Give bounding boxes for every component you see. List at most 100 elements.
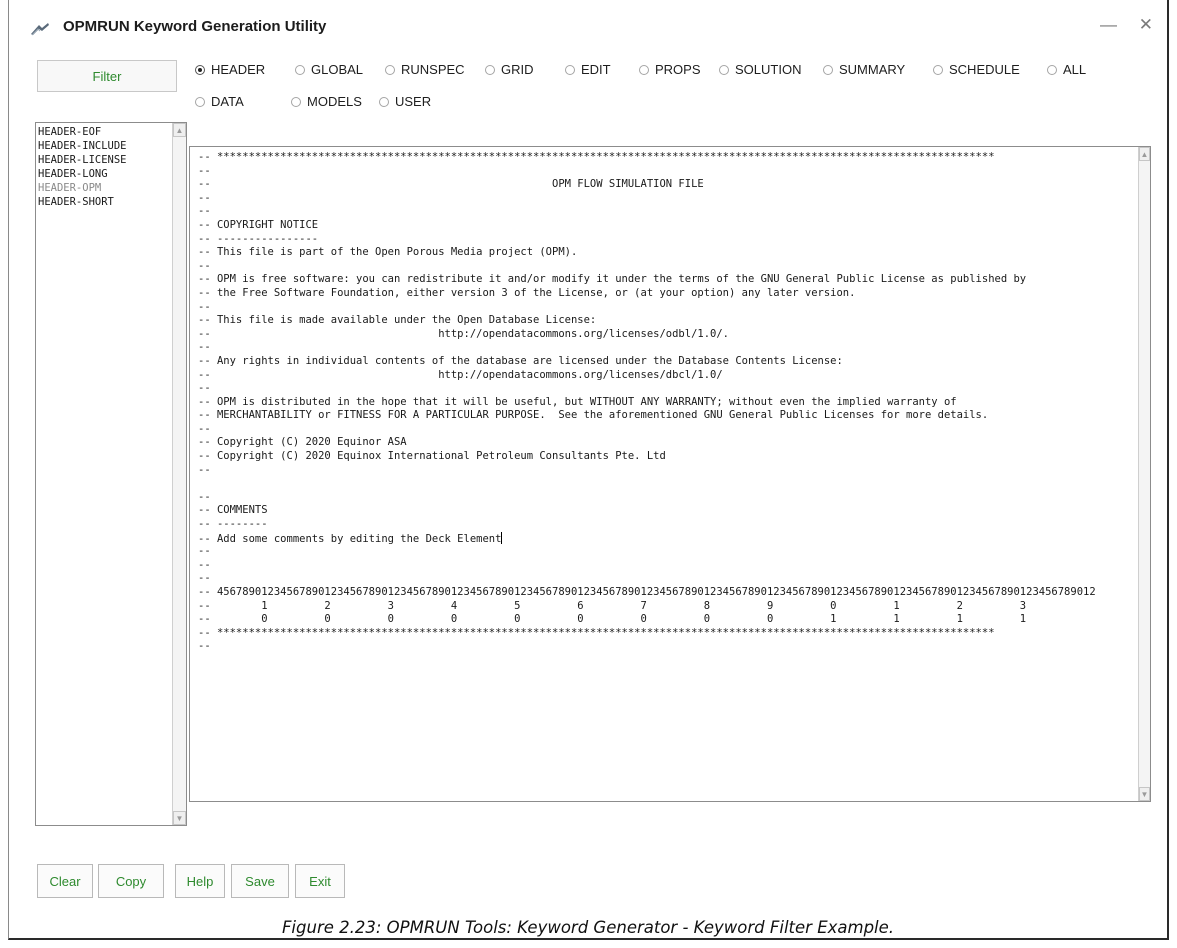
radio-checked-icon bbox=[195, 64, 205, 75]
editor-line: -- 1 2 3 4 5 6 7 8 9 0 1 2 3 bbox=[198, 600, 1134, 614]
minimize-button[interactable]: — bbox=[1100, 15, 1117, 35]
radio-solution[interactable]: SOLUTION bbox=[719, 62, 801, 77]
editor-line: -- ---------------- bbox=[198, 233, 1134, 247]
editor-line-text: -- bbox=[198, 463, 211, 476]
editor-line: -- bbox=[198, 192, 1134, 206]
text-caret bbox=[501, 531, 503, 544]
editor-line: -- http://opendatacommons.org/licenses/d… bbox=[198, 369, 1134, 383]
radio-all[interactable]: ALL bbox=[1047, 62, 1086, 77]
radio-unchecked-icon bbox=[379, 96, 389, 107]
radio-label: RUNSPEC bbox=[401, 62, 465, 77]
editor-line: -- bbox=[198, 572, 1134, 586]
editor-line-text: -- bbox=[198, 545, 211, 558]
editor-text-area[interactable]: -- *************************************… bbox=[198, 151, 1134, 799]
keyword-list-scrollbar[interactable]: ▲ ▼ bbox=[172, 123, 186, 825]
radio-header[interactable]: HEADER bbox=[195, 62, 265, 77]
radio-runspec[interactable]: RUNSPEC bbox=[385, 62, 465, 77]
radio-unchecked-icon bbox=[933, 64, 943, 75]
keyword-list-item[interactable]: HEADER-LICENSE bbox=[36, 153, 172, 167]
editor-line-text: -- bbox=[198, 558, 211, 571]
copy-button[interactable]: Copy bbox=[98, 864, 164, 898]
editor-scroll-down-icon[interactable]: ▼ bbox=[1139, 787, 1150, 801]
editor-line-text: -- Copyright (C) 2020 Equinox Internatio… bbox=[198, 450, 666, 463]
radio-label: SOLUTION bbox=[735, 62, 802, 77]
editor-line: -- bbox=[198, 559, 1134, 573]
radio-models[interactable]: MODELS bbox=[291, 94, 362, 109]
window-title: OPMRUN Keyword Generation Utility bbox=[63, 18, 327, 35]
radio-label: ALL bbox=[1063, 62, 1087, 77]
editor-line: -- bbox=[198, 423, 1134, 437]
editor-line-text: -- -------- bbox=[198, 518, 268, 531]
radio-unchecked-icon bbox=[823, 64, 833, 75]
keyword-list-item[interactable]: HEADER-INCLUDE bbox=[36, 139, 172, 153]
radio-unchecked-icon bbox=[291, 96, 301, 107]
filter-button[interactable]: Filter bbox=[37, 60, 177, 92]
save-button[interactable]: Save bbox=[231, 864, 289, 898]
editor-line: -- bbox=[198, 165, 1134, 179]
editor-line-text: -- bbox=[198, 382, 211, 395]
scroll-up-icon[interactable]: ▲ bbox=[173, 123, 186, 137]
exit-button[interactable]: Exit bbox=[295, 864, 345, 898]
editor-line-text: -- bbox=[198, 164, 211, 177]
keyword-list-item[interactable]: HEADER-LONG bbox=[36, 167, 172, 181]
radio-label: GLOBAL bbox=[311, 62, 364, 77]
scroll-down-icon[interactable]: ▼ bbox=[173, 811, 186, 825]
editor-line: -- OPM is distributed in the hope that i… bbox=[198, 396, 1134, 410]
radio-props[interactable]: PROPS bbox=[639, 62, 701, 77]
editor-line-text: -- bbox=[198, 572, 211, 585]
radio-grid[interactable]: GRID bbox=[485, 62, 534, 77]
editor-line: -- http://opendatacommons.org/licenses/o… bbox=[198, 328, 1134, 342]
editor-line-text: -- OPM is free software: you can redistr… bbox=[198, 273, 1027, 286]
close-button[interactable]: ✕ bbox=[1139, 15, 1153, 35]
editor-line-text: -- the Free Software Foundation, either … bbox=[198, 286, 856, 299]
app-window: OPMRUN Keyword Generation Utility — ✕ Fi… bbox=[8, 0, 1169, 940]
radio-unchecked-icon bbox=[639, 64, 649, 75]
keyword-list-item[interactable]: HEADER-SHORT bbox=[36, 195, 172, 209]
editor-line-text: -- bbox=[198, 191, 211, 204]
editor-line: -- Add some comments by editing the Deck… bbox=[198, 531, 1134, 546]
editor-line-text: -- Copyright (C) 2020 Equinor ASA bbox=[198, 436, 407, 449]
radio-schedule[interactable]: SCHEDULE bbox=[933, 62, 1020, 77]
editor-line-text: -- bbox=[198, 422, 211, 435]
editor-line: -- *************************************… bbox=[198, 151, 1134, 165]
editor-line: -- bbox=[198, 464, 1134, 478]
radio-label: EDIT bbox=[581, 62, 611, 77]
editor-scrollbar[interactable]: ▲ ▼ bbox=[1138, 147, 1150, 801]
editor-line-text: -- This file is made available under the… bbox=[198, 314, 597, 327]
editor-line-text: -- bbox=[198, 300, 211, 313]
radio-label: HEADER bbox=[211, 62, 266, 77]
radio-data[interactable]: DATA bbox=[195, 94, 244, 109]
radio-unchecked-icon bbox=[295, 64, 305, 75]
keyword-list-item[interactable]: HEADER-EOF bbox=[36, 125, 172, 139]
keyword-list[interactable]: HEADER-EOF HEADER-INCLUDE HEADER-LICENSE HE… bbox=[35, 122, 187, 826]
editor-line: -- COPYRIGHT NOTICE bbox=[198, 219, 1134, 233]
radio-user[interactable]: USER bbox=[379, 94, 431, 109]
editor-line-text: -- OPM is distributed in the hope that i… bbox=[198, 395, 957, 408]
radio-label: MODELS bbox=[307, 94, 362, 109]
keyword-list-item[interactable]: HEADER-OPM bbox=[36, 181, 172, 195]
editor-line: -- -------- bbox=[198, 518, 1134, 532]
clear-button[interactable]: Clear bbox=[37, 864, 93, 898]
editor-line: -- bbox=[198, 545, 1134, 559]
editor-line: -- MERCHANTABILITY or FITNESS FOR A PART… bbox=[198, 409, 1134, 423]
editor-line-text: -- bbox=[198, 259, 211, 272]
help-button[interactable]: Help bbox=[175, 864, 225, 898]
editor-line: -- *************************************… bbox=[198, 627, 1134, 641]
editor-line-text: -- http://opendatacommons.org/licenses/o… bbox=[198, 327, 730, 340]
editor-line: -- OPM FLOW SIMULATION FILE bbox=[198, 178, 1134, 192]
editor-line-text: -- 0 0 0 0 0 0 0 0 0 1 1 1 1 bbox=[198, 613, 1027, 626]
editor-scroll-up-icon[interactable]: ▲ bbox=[1139, 147, 1150, 161]
radio-label: GRID bbox=[501, 62, 534, 77]
radio-summary[interactable]: SUMMARY bbox=[823, 62, 905, 77]
keyword-editor[interactable]: -- *************************************… bbox=[189, 146, 1151, 802]
editor-line: -- bbox=[198, 491, 1134, 505]
editor-line-text: -- MERCHANTABILITY or FITNESS FOR A PART… bbox=[198, 409, 989, 422]
radio-unchecked-icon bbox=[195, 96, 205, 107]
editor-line: -- Copyright (C) 2020 Equinox Internatio… bbox=[198, 450, 1134, 464]
radio-edit[interactable]: EDIT bbox=[565, 62, 611, 77]
radio-global[interactable]: GLOBAL bbox=[295, 62, 363, 77]
editor-line: -- This file is part of the Open Porous … bbox=[198, 246, 1134, 260]
editor-line-text: -- This file is part of the Open Porous … bbox=[198, 246, 578, 259]
editor-line: -- bbox=[198, 640, 1134, 654]
editor-line-text: -- http://opendatacommons.org/licenses/d… bbox=[198, 368, 723, 381]
